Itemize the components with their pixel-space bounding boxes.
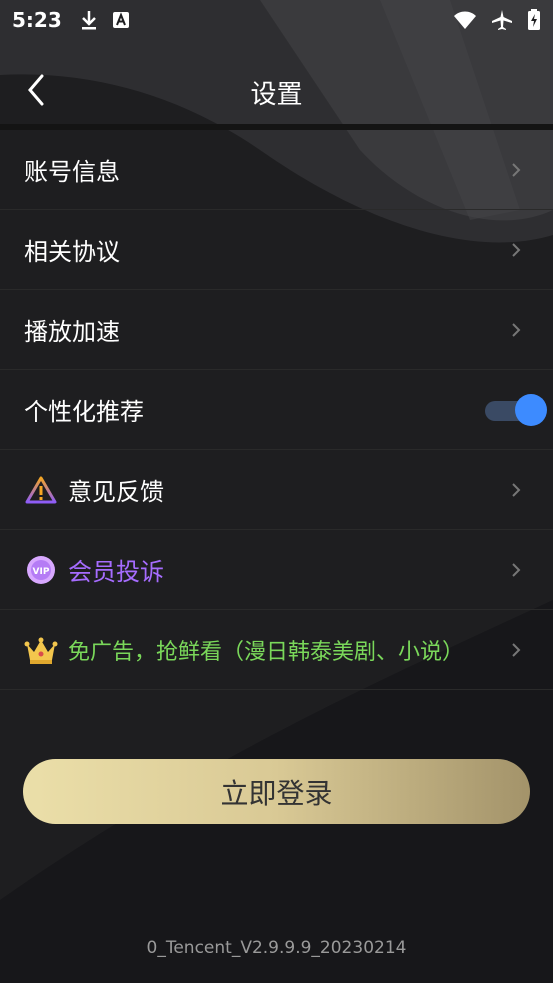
version-text: 0_Tencent_V2.9.9.9_20230214	[146, 938, 407, 958]
menu-item-label: 会员投诉	[68, 558, 164, 586]
download-icon	[81, 11, 96, 30]
status-bar: 5:23	[0, 0, 553, 40]
battery-icon	[528, 9, 540, 30]
header: 设置	[0, 52, 553, 128]
chevron-right-icon	[512, 642, 521, 657]
login-button[interactable]: 立即登录	[23, 759, 530, 824]
status-time: 5:23	[12, 8, 62, 32]
font-a-icon	[112, 12, 129, 28]
menu-item-agreements[interactable]: 相关协议	[0, 210, 553, 290]
airplane-icon	[492, 10, 512, 30]
chevron-right-icon	[512, 322, 521, 337]
chevron-right-icon	[512, 242, 521, 257]
menu-item-label: 播放加速	[24, 318, 120, 346]
chevron-right-icon	[512, 482, 521, 497]
warning-triangle-icon	[24, 473, 58, 507]
login-button-label: 立即登录	[220, 776, 333, 810]
crown-icon	[24, 633, 58, 667]
menu-item-personalized-recommendation: 个性化推荐	[0, 370, 553, 450]
menu-item-label: 相关协议	[24, 238, 120, 266]
chevron-right-icon	[512, 562, 521, 577]
toggle-thumb	[515, 393, 547, 426]
menu-item-vip-complaint[interactable]: VIP 会员投诉	[0, 530, 553, 610]
menu-item-account-info[interactable]: 账号信息	[0, 130, 553, 210]
menu-item-playback-acceleration[interactable]: 播放加速	[0, 290, 553, 370]
page-title: 设置	[250, 80, 303, 110]
vip-badge-icon: VIP	[24, 553, 58, 587]
menu-item-label: 账号信息	[24, 158, 120, 186]
svg-text:VIP: VIP	[33, 567, 50, 577]
menu-item-label: 免广告，抢鲜看（漫日韩泰美剧、小说）	[68, 639, 465, 665]
personalized-recommendation-toggle[interactable]	[485, 393, 547, 426]
settings-menu: 账号信息 相关协议 播放加速 个性化推荐 意见反馈 VIP 会员投诉 免广告，抢…	[0, 130, 553, 690]
menu-item-feedback[interactable]: 意见反馈	[0, 450, 553, 530]
wifi-icon	[454, 11, 476, 29]
menu-item-label: 意见反馈	[68, 478, 164, 506]
menu-item-label: 个性化推荐	[24, 398, 144, 426]
chevron-right-icon	[512, 162, 521, 177]
menu-item-ad-free-promo[interactable]: 免广告，抢鲜看（漫日韩泰美剧、小说）	[0, 610, 553, 690]
